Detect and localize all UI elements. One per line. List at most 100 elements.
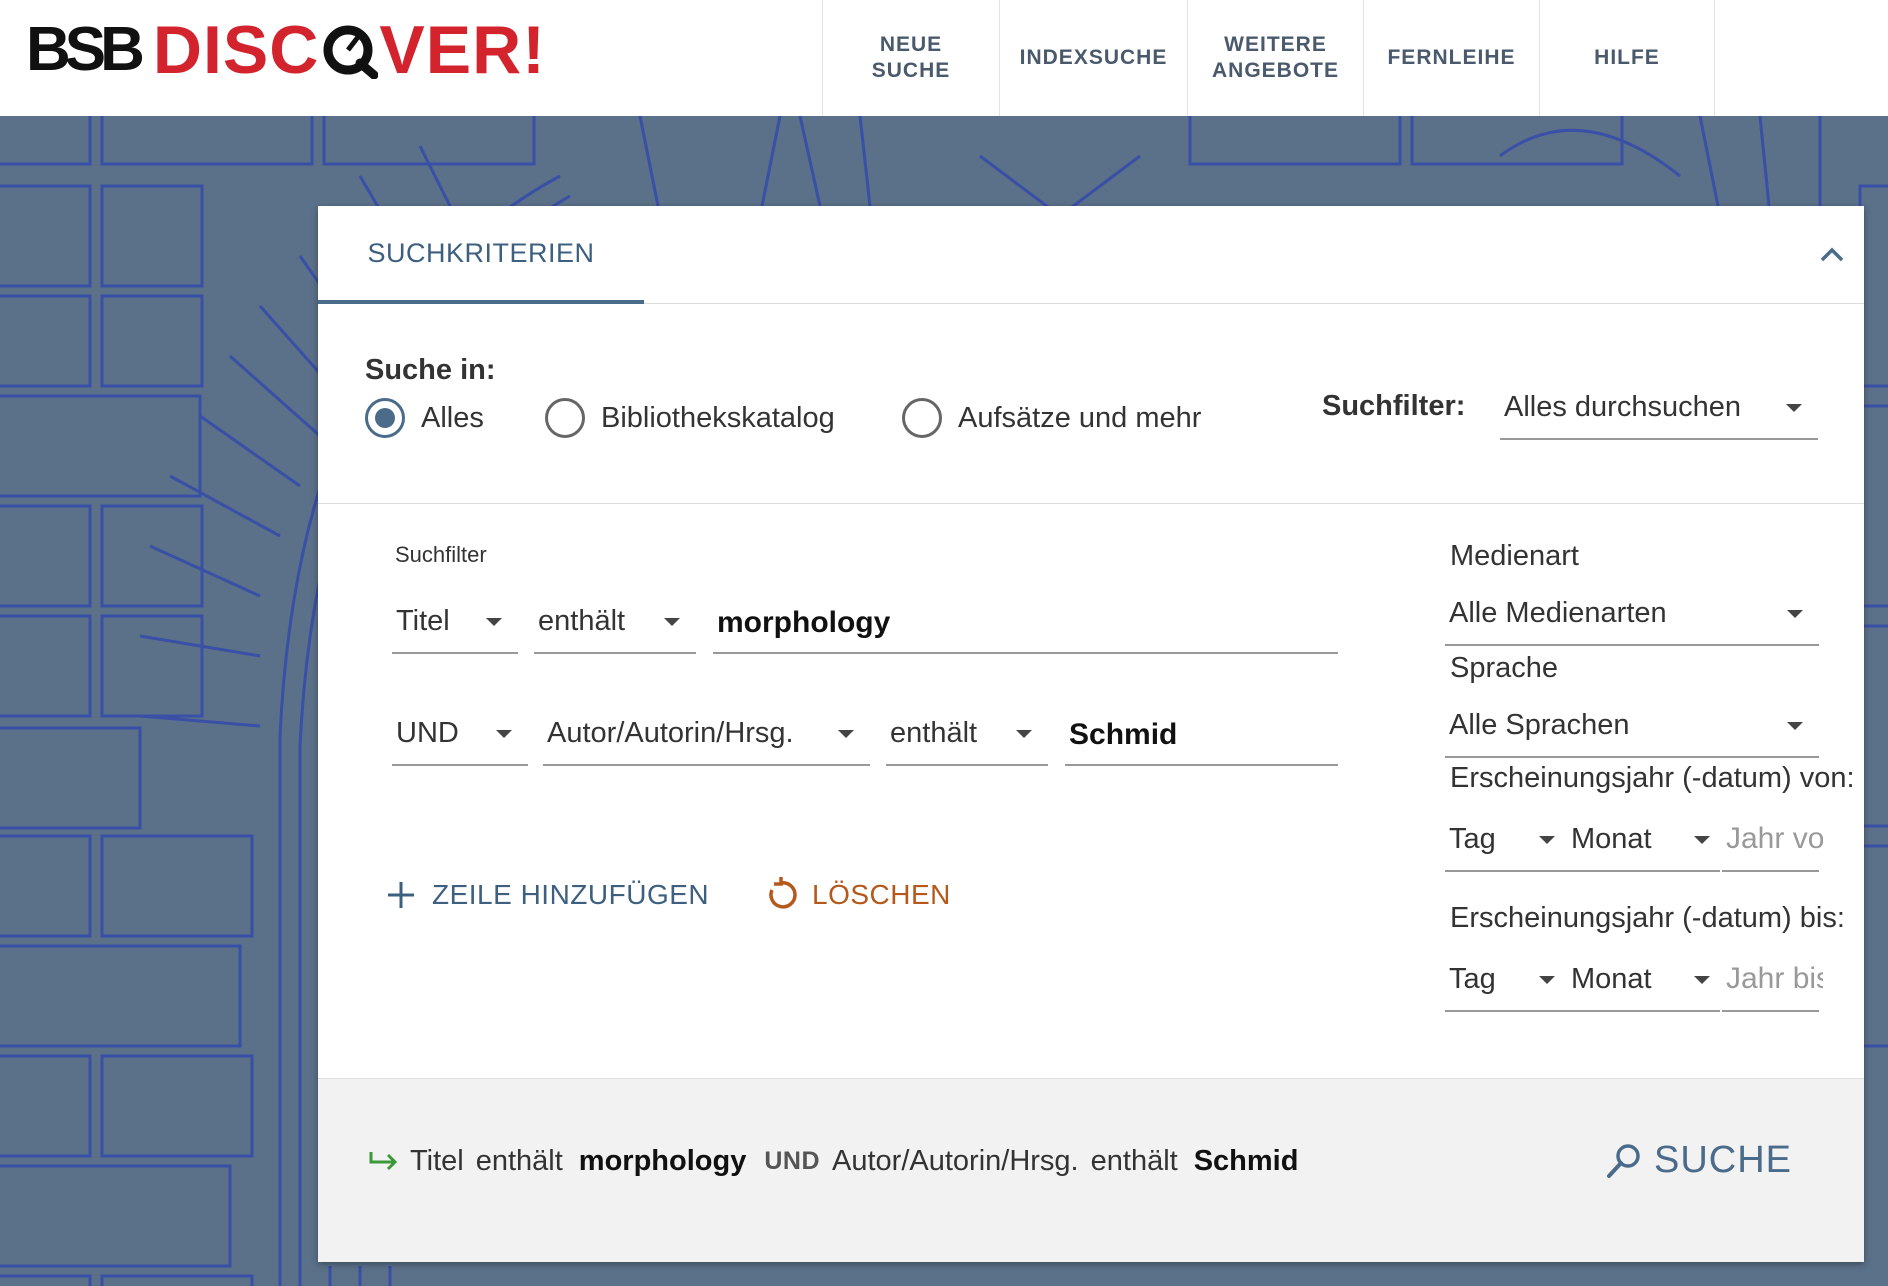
- select-value: Monat: [1571, 963, 1652, 995]
- radio-unselected-icon: [902, 398, 942, 438]
- caret-down-icon: [496, 730, 512, 738]
- radio-label: Alles: [421, 401, 484, 434]
- select-value: Tag: [1449, 963, 1496, 995]
- nav-label: FERNLEIHE: [1387, 45, 1516, 69]
- caret-down-icon: [1787, 610, 1803, 618]
- nav-label: INDEXSUCHE: [1019, 45, 1168, 69]
- media-type-select[interactable]: Alle Medienarten: [1445, 576, 1819, 646]
- summary-bool: UND: [764, 1147, 821, 1175]
- input-placeholder: Jahr bis: [1726, 962, 1823, 995]
- row2-search-input[interactable]: Schmid: [1065, 690, 1338, 766]
- year-from-label: Erscheinungsjahr (-datum) von:: [1450, 762, 1855, 794]
- search-in-label: Suche in:: [365, 354, 496, 386]
- add-row-button[interactable]: ZEILE HINZUFÜGEN: [384, 878, 709, 912]
- panel-tabbar: SUCHKRITERIEN: [318, 206, 1864, 304]
- clear-label: LÖSCHEN: [812, 879, 951, 910]
- select-value: Alle Medienarten: [1449, 597, 1667, 629]
- nav-label-line1: NEUE: [879, 32, 943, 56]
- language-select[interactable]: Alle Sprachen: [1445, 686, 1819, 758]
- select-value: Titel: [396, 605, 450, 637]
- select-value: Monat: [1571, 823, 1652, 855]
- nav-hilfe[interactable]: HILFE: [1539, 0, 1715, 116]
- chevron-up-icon[interactable]: [1812, 234, 1852, 274]
- search-panel: SUCHKRITERIEN Suche in: Alles Bibliothek…: [318, 206, 1864, 1262]
- search-icon: [1606, 1143, 1640, 1178]
- main-nav: NEUE SUCHE INDEXSUCHE WEITERE ANGEBOTE FER…: [822, 0, 1715, 116]
- row1-search-input[interactable]: morphology: [713, 578, 1338, 654]
- year-from-input[interactable]: Jahr von: [1722, 796, 1823, 872]
- caret-down-icon: [1694, 836, 1710, 844]
- row2-field-select[interactable]: Autor/Autorin/Hrsg.: [543, 690, 870, 766]
- search-button[interactable]: SUCHE: [1604, 1139, 1792, 1182]
- suchfilter-label: Suchfilter:: [1322, 390, 1466, 422]
- logo-discover-text: DISC VER!: [153, 16, 546, 84]
- caret-down-icon: [838, 730, 854, 738]
- logo-discover-suffix: VER!: [379, 12, 546, 88]
- summary-operator: enthält: [1090, 1145, 1178, 1177]
- logo-bsb-text: BSB: [26, 15, 145, 84]
- row1-field-select[interactable]: Titel: [392, 578, 518, 654]
- language-label: Sprache: [1450, 652, 1559, 684]
- caret-down-icon: [1694, 976, 1710, 984]
- magnifier-o-icon: [320, 21, 379, 80]
- site-header: BSB DISC VER! NEUE SUCHE INDEXSUCHE WEITE…: [0, 0, 1888, 116]
- radio-unselected-icon: [545, 398, 585, 438]
- query-summary-footer: Titel enthält morphology UND Autor/Autor…: [318, 1078, 1864, 1262]
- radio-bibliothekskatalog[interactable]: Bibliothekskatalog: [545, 398, 835, 438]
- caret-down-icon: [1539, 976, 1555, 984]
- nav-label: HILFE: [1594, 45, 1660, 69]
- nav-neue-suche[interactable]: NEUE SUCHE: [822, 0, 999, 116]
- caret-down-icon: [486, 618, 502, 626]
- select-value: Alles durchsuchen: [1504, 391, 1741, 423]
- summary-field: Titel: [410, 1145, 464, 1177]
- media-type-label: Medienart: [1450, 540, 1579, 572]
- row2-bool-select[interactable]: UND: [392, 690, 528, 766]
- row1-operator-select[interactable]: enthält: [534, 578, 696, 654]
- arrow-right-icon: [369, 1151, 398, 1170]
- select-value: Tag: [1449, 823, 1496, 855]
- bsb-discover-logo[interactable]: BSB DISC VER!: [26, 14, 546, 86]
- suchfilter-select[interactable]: Alles durchsuchen: [1500, 370, 1818, 440]
- year-to-input[interactable]: Jahr bis: [1722, 936, 1823, 1012]
- year-to-month-select[interactable]: Monat: [1565, 936, 1720, 1012]
- query-summary: Titel enthält morphology UND Autor/Autor…: [368, 1145, 1316, 1178]
- nav-weitere-angebote[interactable]: WEITERE ANGEBOTE: [1187, 0, 1363, 116]
- select-value: UND: [396, 717, 459, 749]
- nav-label-line2: ANGEBOTE: [1211, 59, 1339, 82]
- radio-alles[interactable]: Alles: [365, 398, 484, 438]
- tab-suchkriterien[interactable]: SUCHKRITERIEN: [318, 206, 644, 304]
- summary-field: Autor/Autorin/Hrsg.: [832, 1145, 1079, 1177]
- nav-indexsuche[interactable]: INDEXSUCHE: [999, 0, 1187, 116]
- row2-operator-select[interactable]: enthält: [886, 690, 1048, 766]
- clear-button[interactable]: LÖSCHEN: [762, 876, 951, 914]
- year-from-month-select[interactable]: Monat: [1565, 796, 1720, 872]
- year-to-day-select[interactable]: Tag: [1445, 936, 1565, 1012]
- radio-selected-icon: [365, 398, 405, 438]
- radio-aufsaetze[interactable]: Aufsätze und mehr: [902, 398, 1201, 438]
- logo-discover-prefix: DISC: [152, 12, 320, 88]
- year-from-day-select[interactable]: Tag: [1445, 796, 1565, 872]
- plus-icon: [388, 882, 414, 908]
- caret-down-icon: [1786, 404, 1802, 412]
- reset-icon: [769, 877, 797, 909]
- input-placeholder: Jahr von: [1726, 822, 1823, 855]
- nav-fernleihe[interactable]: FERNLEIHE: [1363, 0, 1539, 116]
- caret-down-icon: [1016, 730, 1032, 738]
- year-to-label: Erscheinungsjahr (-datum) bis:: [1450, 902, 1845, 934]
- rows-label: Suchfilter: [395, 542, 487, 567]
- summary-value: morphology: [578, 1145, 747, 1177]
- input-value: morphology: [717, 606, 891, 639]
- select-value: Alle Sprachen: [1449, 709, 1630, 741]
- radio-label: Aufsätze und mehr: [958, 401, 1202, 434]
- add-row-label: ZEILE HINZUFÜGEN: [432, 879, 710, 910]
- select-value: Autor/Autorin/Hrsg.: [547, 717, 794, 749]
- caret-down-icon: [1787, 722, 1803, 730]
- select-value: enthält: [890, 717, 978, 749]
- search-button-label: SUCHE: [1653, 1139, 1792, 1181]
- input-value: Schmid: [1069, 718, 1178, 751]
- nav-label-line2: SUCHE: [871, 59, 951, 82]
- summary-value: Schmid: [1193, 1145, 1299, 1177]
- nav-label-line1: WEITERE: [1224, 32, 1327, 56]
- search-scope-section: Suche in: Alles Bibliothekskatalog Aufsä…: [318, 304, 1864, 504]
- select-value: enthält: [538, 605, 626, 637]
